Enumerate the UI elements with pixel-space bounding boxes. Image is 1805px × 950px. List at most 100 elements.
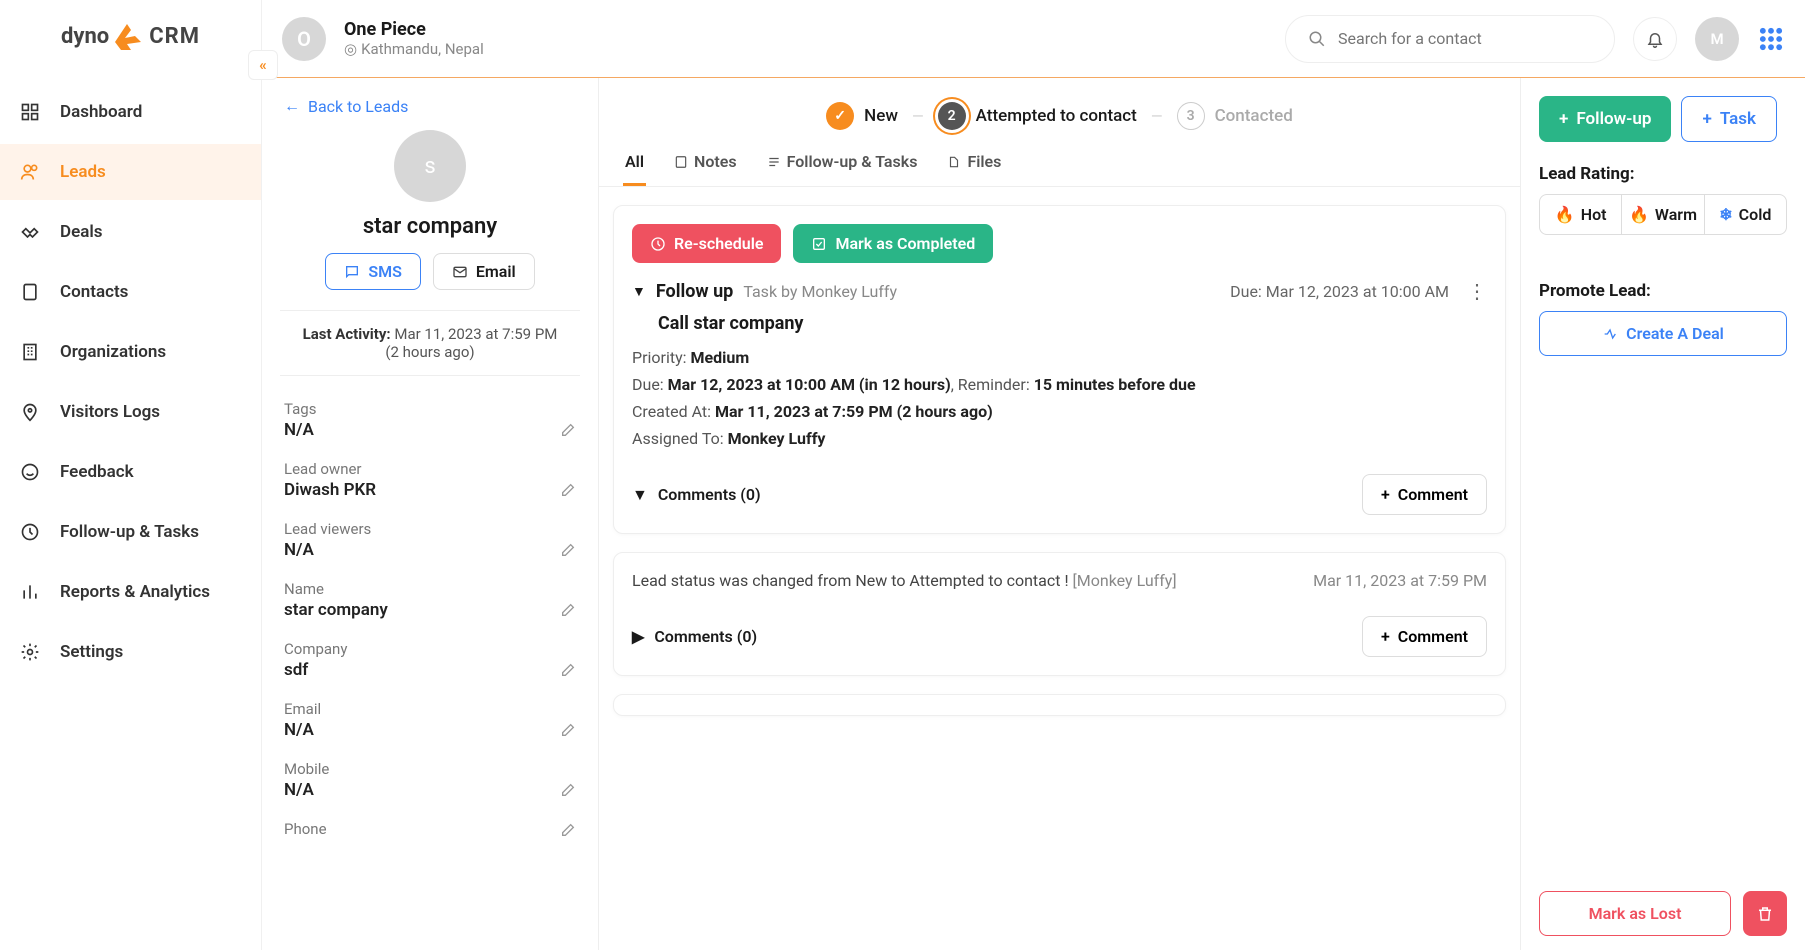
rating-group: 🔥Hot 🔥Warm ❄Cold <box>1539 194 1787 235</box>
flame-icon: 🔥 <box>1555 205 1575 224</box>
nav-item-organizations[interactable]: Organizations <box>0 324 261 380</box>
nav-item-visitors-logs[interactable]: Visitors Logs <box>0 384 261 440</box>
plus-icon: + <box>1559 109 1568 129</box>
nav-item-dashboard[interactable]: Dashboard <box>0 84 261 140</box>
edit-icon[interactable] <box>560 542 576 558</box>
stage-contacted[interactable]: 3Contacted <box>1177 102 1293 130</box>
logo: dyno CRM <box>0 18 261 54</box>
tab-files[interactable]: Files <box>945 140 1003 186</box>
back-to-leads-link[interactable]: ← Back to Leads <box>284 96 576 116</box>
nav-item-contacts[interactable]: Contacts <box>0 264 261 320</box>
field-lead-owner: Lead ownerDiwash PKR <box>284 450 576 510</box>
task-button[interactable]: + Task <box>1681 96 1776 142</box>
nav: DashboardLeadsDealsContactsOrganizations… <box>0 84 261 680</box>
comments-toggle[interactable]: ▼ Comments (0) <box>632 485 761 505</box>
user-avatar[interactable]: M <box>1695 17 1739 61</box>
chevron-down-icon: ▼ <box>632 485 648 505</box>
building-icon <box>18 340 42 364</box>
field-email: EmailN/A <box>284 690 576 750</box>
add-comment-button[interactable]: + Comment <box>1362 474 1487 515</box>
reschedule-button[interactable]: Re-schedule <box>632 224 781 263</box>
tab-all[interactable]: All <box>623 140 646 186</box>
followup-button[interactable]: + Follow-up <box>1539 96 1671 142</box>
org-name: One Piece <box>344 19 484 40</box>
collapse-sidebar-button[interactable]: « <box>248 50 278 80</box>
field-lead-viewers: Lead viewersN/A <box>284 510 576 570</box>
edit-icon[interactable] <box>560 422 576 438</box>
edit-icon[interactable] <box>560 782 576 798</box>
tab-notes[interactable]: Notes <box>672 140 739 186</box>
action-panel: + Follow-up + Task Lead Rating: 🔥Hot 🔥Wa… <box>1520 78 1805 950</box>
check-square-icon <box>811 236 827 252</box>
pin-icon <box>18 400 42 424</box>
book-icon <box>18 280 42 304</box>
field-mobile: MobileN/A <box>284 750 576 810</box>
field-name: Namestar company <box>284 570 576 630</box>
add-comment-button[interactable]: + Comment <box>1362 616 1487 657</box>
email-button[interactable]: Email <box>433 253 535 290</box>
field-tags: TagsN/A <box>284 390 576 450</box>
nav-item-follow-up-tasks[interactable]: Follow-up & Tasks <box>0 504 261 560</box>
followup-task-card: Re-schedule Mark as Completed ▼ Follow u… <box>613 205 1506 534</box>
arrow-left-icon: ← <box>284 96 300 116</box>
plus-icon: + <box>1381 485 1390 504</box>
comments-toggle[interactable]: ▶ Comments (0) <box>632 627 757 646</box>
task-more-menu[interactable]: ⋮ <box>1467 279 1487 303</box>
mail-icon <box>452 264 468 280</box>
activity-time: Mar 11, 2023 at 7:59 PM <box>1313 571 1487 590</box>
activity-card-placeholder <box>613 694 1506 716</box>
smile-icon <box>18 460 42 484</box>
clock-icon <box>650 236 666 252</box>
gear-icon <box>18 640 42 664</box>
edit-icon[interactable] <box>560 482 576 498</box>
task-title: Follow up <box>656 281 733 302</box>
plus-icon: + <box>1381 627 1390 646</box>
tab-follow-up-tasks[interactable]: Follow-up & Tasks <box>765 140 920 186</box>
mark-completed-button[interactable]: Mark as Completed <box>793 224 993 263</box>
handshake-icon <box>18 220 42 244</box>
task-by: Task by Monkey Luffy <box>743 282 897 301</box>
clock-icon <box>18 520 42 544</box>
deal-icon <box>1602 326 1618 342</box>
rating-warm[interactable]: 🔥Warm <box>1622 195 1704 234</box>
edit-icon[interactable] <box>560 722 576 738</box>
tab-icon <box>674 155 688 169</box>
grid-icon <box>18 100 42 124</box>
tab-icon <box>947 155 961 169</box>
nav-item-feedback[interactable]: Feedback <box>0 444 261 500</box>
org-avatar: O <box>282 17 326 61</box>
status-change-card: Lead status was changed from New to Atte… <box>613 552 1506 676</box>
edit-icon[interactable] <box>560 662 576 678</box>
task-due-short: Due: Mar 12, 2023 at 10:00 AM <box>1230 282 1449 301</box>
stage-attempted-to-contact[interactable]: 2Attempted to contact <box>938 102 1137 130</box>
mark-as-lost-button[interactable]: Mark as Lost <box>1539 891 1731 936</box>
flame-icon: 🔥 <box>1629 205 1649 224</box>
trash-icon <box>1756 905 1774 923</box>
rating-cold[interactable]: ❄Cold <box>1705 195 1786 234</box>
tabs: All Notes Follow-up & Tasks Files <box>599 140 1520 187</box>
nav-item-deals[interactable]: Deals <box>0 204 261 260</box>
chat-icon <box>344 264 360 280</box>
lead-detail-panel: ← Back to Leads s star company SMS Email <box>262 78 599 950</box>
logo-icon <box>111 18 147 54</box>
activity-feed: Re-schedule Mark as Completed ▼ Follow u… <box>599 187 1520 950</box>
edit-icon[interactable] <box>560 822 576 838</box>
create-deal-button[interactable]: Create A Deal <box>1539 311 1787 356</box>
sidebar: dyno CRM « DashboardLeadsDealsContactsOr… <box>0 0 262 950</box>
apps-icon[interactable] <box>1757 25 1785 53</box>
search-input[interactable] <box>1338 29 1592 48</box>
stage-new[interactable]: ✓New <box>826 102 898 130</box>
users-icon <box>18 160 42 184</box>
notifications-button[interactable] <box>1633 17 1677 61</box>
sms-button[interactable]: SMS <box>325 253 421 290</box>
search-box[interactable] <box>1285 15 1615 63</box>
collapse-task-toggle[interactable]: ▼ <box>632 283 646 300</box>
edit-icon[interactable] <box>560 602 576 618</box>
rating-hot[interactable]: 🔥Hot <box>1540 195 1622 234</box>
nav-item-reports-analytics[interactable]: Reports & Analytics <box>0 564 261 620</box>
field-company: Companysdf <box>284 630 576 690</box>
delete-button[interactable] <box>1743 891 1787 936</box>
nav-item-leads[interactable]: Leads <box>0 144 261 200</box>
topbar: O One Piece ◎ Kathmandu, Nepal M <box>262 0 1805 78</box>
nav-item-settings[interactable]: Settings <box>0 624 261 680</box>
